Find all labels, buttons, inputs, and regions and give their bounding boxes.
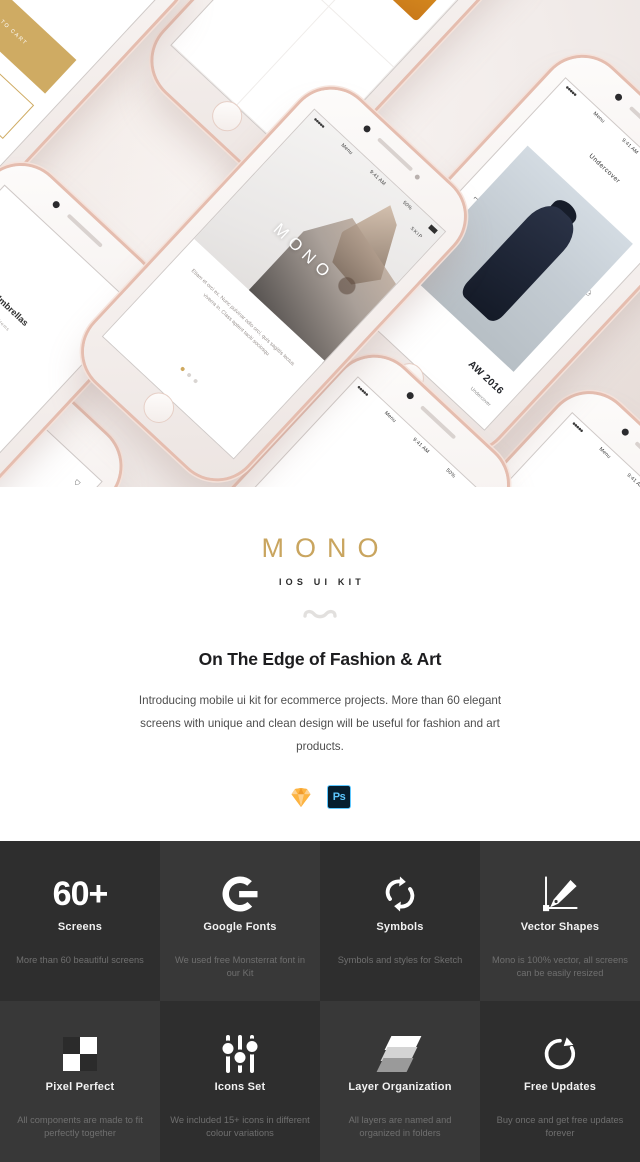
feature-tile-layer-organization: Layer Organization All layers are named … xyxy=(320,1001,480,1162)
feature-description: All components are made to fit perfectly… xyxy=(17,1115,143,1139)
layers-shape xyxy=(376,1034,422,1074)
sliders-icon xyxy=(222,1031,258,1077)
status-battery-percent: 50% xyxy=(444,467,457,480)
category-heading: Umbrellas 135 items xyxy=(0,245,80,388)
intro-paragraph: Introducing mobile ui kit for ecommerce … xyxy=(138,694,502,754)
feature-description: Buy once and get free updates forever xyxy=(496,1115,624,1139)
phone-camera xyxy=(613,91,624,102)
page-title: On The Edge of Fashion & Art xyxy=(198,649,442,669)
signal-dots: ●●●●● xyxy=(312,116,326,130)
category-item-count: 135 items xyxy=(0,311,11,332)
slider-track xyxy=(222,1035,234,1073)
phone-camera xyxy=(362,123,372,134)
slider-track xyxy=(246,1035,258,1073)
cart-icon[interactable]: ⛉ xyxy=(71,479,81,487)
format-badges: Ps xyxy=(0,784,640,809)
phone-speaker xyxy=(634,441,640,475)
status-carrier: Menu xyxy=(339,142,354,156)
sketch-icon[interactable] xyxy=(289,785,313,809)
feature-tile-screens: 60+ Screens More than 60 beautiful scree… xyxy=(0,841,160,1001)
phone-camera xyxy=(51,199,62,210)
feature-description: We used free Monsterrat font in our Kit xyxy=(174,955,306,979)
status-battery-percent: 50% xyxy=(401,199,414,212)
sliders-shape xyxy=(222,1035,258,1073)
feature-description: Mono is 100% vector, all screens can be … xyxy=(492,955,628,979)
circular-arrows-icon xyxy=(380,871,420,917)
checker-cell xyxy=(80,1037,97,1054)
slider-track xyxy=(234,1035,246,1073)
feature-title: Screens xyxy=(57,921,103,933)
product-title: Arcteryx Veilance xyxy=(288,445,425,487)
feature-tile-symbols: Symbols Symbols and styles for Sketch xyxy=(320,841,480,1001)
feature-tile-google-fonts: Google Fonts We used free Monsterrat fon… xyxy=(160,841,320,1001)
intro-section: MONO IOS UI KIT On The Edge of Fashion &… xyxy=(0,487,640,841)
signal-dots: ●●●●● xyxy=(355,384,369,398)
signal-dots: ●●●●● xyxy=(570,420,585,434)
checker-cell xyxy=(63,1054,80,1071)
status-bar: ●●●●● Menu 9:41 AM 50% xyxy=(564,414,640,487)
stacked-layers-icon xyxy=(376,1031,422,1077)
feature-title: Free Updates xyxy=(523,1081,597,1093)
checkerboard-icon xyxy=(63,1031,97,1077)
slider-knob xyxy=(246,1041,258,1052)
feature-tile-free-updates: Free Updates Buy once and get free updat… xyxy=(480,1001,640,1162)
feature-description: All layers are named and organized in fo… xyxy=(348,1115,452,1139)
feature-title: Vector Shapes xyxy=(520,921,600,933)
lookbook-caption: AW 2016 Undercover xyxy=(454,359,506,410)
layer-bottom xyxy=(376,1058,414,1072)
brand-wordmark: MONO xyxy=(261,533,390,563)
hero-photo: L M S ADD TO CART ADD TO WISHLIST Ripsto… xyxy=(0,0,640,487)
feature-title: Symbols xyxy=(376,921,424,933)
google-g-icon xyxy=(219,871,261,917)
model-coat-shape xyxy=(458,196,583,325)
brand-tagline: IOS UI KIT xyxy=(278,577,365,587)
phone-camera xyxy=(405,391,416,402)
photoshop-icon[interactable]: Ps xyxy=(327,784,351,809)
squiggle-ornament-icon xyxy=(303,606,337,622)
status-carrier: Menu xyxy=(597,446,613,460)
phone-sensor xyxy=(413,173,421,181)
feature-grid: 60+ Screens More than 60 beautiful scree… xyxy=(0,841,640,1162)
feature-title: Google Fonts xyxy=(203,921,277,933)
product-thumb-mustard xyxy=(372,0,467,22)
feature-tile-vector-shapes: Vector Shapes Mono is 100% vector, all s… xyxy=(480,841,640,1001)
status-time: 9:41 AM xyxy=(625,472,640,487)
feature-description: More than 60 beautiful screens xyxy=(16,955,144,965)
slider-knob xyxy=(222,1043,234,1054)
checkerboard-shape xyxy=(63,1037,97,1071)
feature-tile-icons-set: Icons Set We included 15+ icons in diffe… xyxy=(160,1001,320,1162)
category-title: Umbrellas xyxy=(0,290,31,328)
feature-title: Pixel Perfect xyxy=(45,1081,115,1093)
status-time: 9:41 AM xyxy=(411,436,431,455)
status-carrier: Menu xyxy=(383,410,398,424)
battery-icon xyxy=(428,224,438,235)
add-to-cart-button[interactable]: ADD TO CART xyxy=(0,0,77,94)
feature-glyph: 60+ xyxy=(52,875,109,913)
feature-title: Layer Organization xyxy=(348,1081,452,1093)
checker-cell xyxy=(80,1054,97,1071)
feature-title: Icons Set xyxy=(214,1081,266,1093)
lookbook-season-sub: Undercover xyxy=(469,385,493,408)
refresh-circle-icon xyxy=(540,1031,580,1077)
slider-knob xyxy=(234,1052,246,1063)
feature-tile-pixel-perfect: Pixel Perfect All components are made to… xyxy=(0,1001,160,1162)
feature-description: Symbols and styles for Sketch xyxy=(337,955,463,965)
checker-cell xyxy=(63,1037,80,1054)
pen-nib-vector-icon xyxy=(539,871,581,917)
phone-camera xyxy=(619,427,630,438)
feature-description: We included 15+ icons in different colou… xyxy=(170,1115,310,1139)
sixty-plus-number-icon: 60+ xyxy=(52,871,109,917)
landing-page: L M S ADD TO CART ADD TO WISHLIST Ripsto… xyxy=(0,0,640,1162)
phone-speaker xyxy=(628,106,640,141)
